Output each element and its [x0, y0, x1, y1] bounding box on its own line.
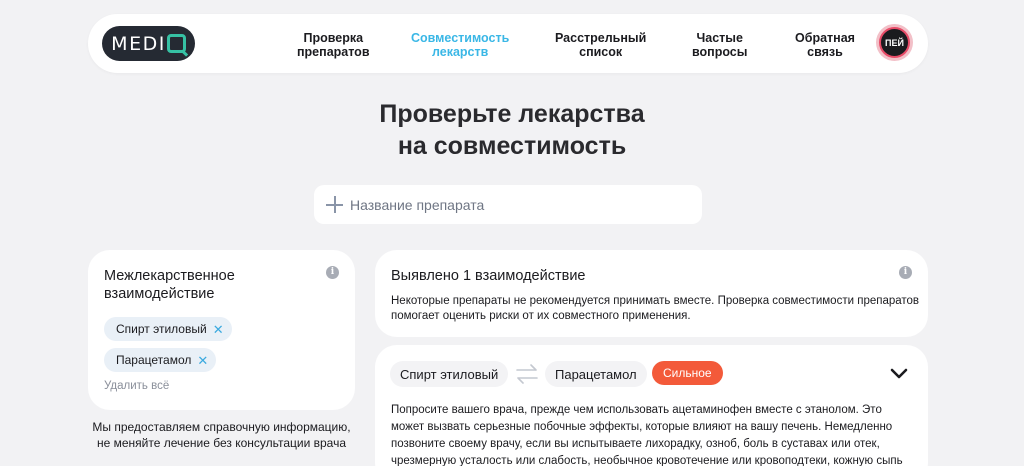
chevron-down-icon[interactable]	[889, 365, 909, 381]
nav-feedback[interactable]: Обратная связь	[795, 31, 855, 59]
summary-text: Некоторые препараты не рекомендуется при…	[391, 295, 920, 322]
chip-label: Спирт этиловый	[116, 322, 207, 336]
page-title: Проверьте лекарства на совместимость	[0, 98, 1024, 162]
selected-drug-chip: Спирт этиловый ✕	[104, 317, 232, 341]
top-navigation-bar: MEDI Q Проверка препаратов Совместимость…	[88, 14, 928, 73]
page-title-line: на совместимость	[397, 132, 627, 160]
nav-label: вопросы	[692, 45, 748, 59]
info-icon[interactable]: i	[899, 266, 912, 279]
nav-label: список	[579, 45, 623, 59]
selected-drugs-panel: Межлекарственное взаимодействие i Спирт …	[88, 250, 355, 410]
drug-a-pill: Спирт этиловый	[390, 361, 509, 387]
nav-label: препаратов	[297, 45, 370, 59]
interaction-summary-card: Выявлено 1 взаимодействие i Некоторые пр…	[375, 250, 928, 337]
drug-search-box[interactable]	[314, 185, 702, 224]
disclaimer-line: Мы предоставляем справочную информацию,	[92, 420, 351, 434]
nav-label: Проверка	[303, 31, 364, 45]
chip-label: Парацетамол	[116, 353, 192, 367]
info-icon[interactable]: i	[326, 266, 339, 279]
summary-title: Выявлено 1 взаимодействие	[391, 268, 586, 284]
logo-letter-icon: Q	[166, 34, 186, 53]
nav-hit-list[interactable]: Расстрельный список	[555, 31, 646, 59]
nav-label: Частые	[696, 31, 743, 45]
logo-text: MEDI	[111, 32, 166, 55]
swap-arrows-icon	[516, 364, 538, 384]
avatar-image: ПЕЙ	[879, 27, 910, 58]
mediq-logo[interactable]: MEDI Q	[102, 26, 195, 61]
panel-title: Межлекарственное взаимодействие	[104, 267, 235, 303]
nav-label: лекарств	[431, 45, 489, 59]
disclaimer-text: Мы предоставляем справочную информацию, …	[88, 419, 355, 451]
avatar-text: ПЕЙ	[885, 37, 904, 48]
nav-label: Расстрельный	[555, 31, 647, 45]
nav-label: Обратная	[795, 31, 855, 45]
remove-chip-icon[interactable]: ✕	[213, 323, 224, 336]
page-title-line: Проверьте лекарства	[379, 100, 645, 128]
delete-all-link[interactable]: Удалить всё	[104, 380, 169, 392]
plus-icon[interactable]	[326, 196, 343, 213]
severity-badge: Сильное	[652, 361, 723, 385]
nav-label: связь	[807, 45, 843, 59]
interaction-description: Попросите вашего врача, прежде чем испол…	[391, 404, 903, 466]
panel-title-line: взаимодействие	[104, 286, 215, 302]
nav-check-drugs[interactable]: Проверка препаратов	[297, 31, 370, 59]
drug-b-pill: Парацетамол	[545, 361, 647, 387]
selected-drug-chip: Парацетамол ✕	[104, 348, 217, 372]
disclaimer-line: не меняйте лечение без консультации врач…	[96, 436, 347, 450]
nav-label: Совместимость	[411, 31, 510, 45]
drug-search-input[interactable]	[350, 194, 690, 215]
panel-title-line: Межлекарственное	[104, 268, 235, 284]
remove-chip-icon[interactable]: ✕	[197, 354, 208, 367]
nav-drug-compatibility[interactable]: Совместимость лекарств	[411, 31, 509, 59]
user-avatar[interactable]: ПЕЙ	[876, 24, 913, 61]
interaction-detail-card: Спирт этиловый Парацетамол Сильное Попро…	[375, 345, 928, 466]
nav-faq[interactable]: Частые вопросы	[692, 31, 747, 59]
